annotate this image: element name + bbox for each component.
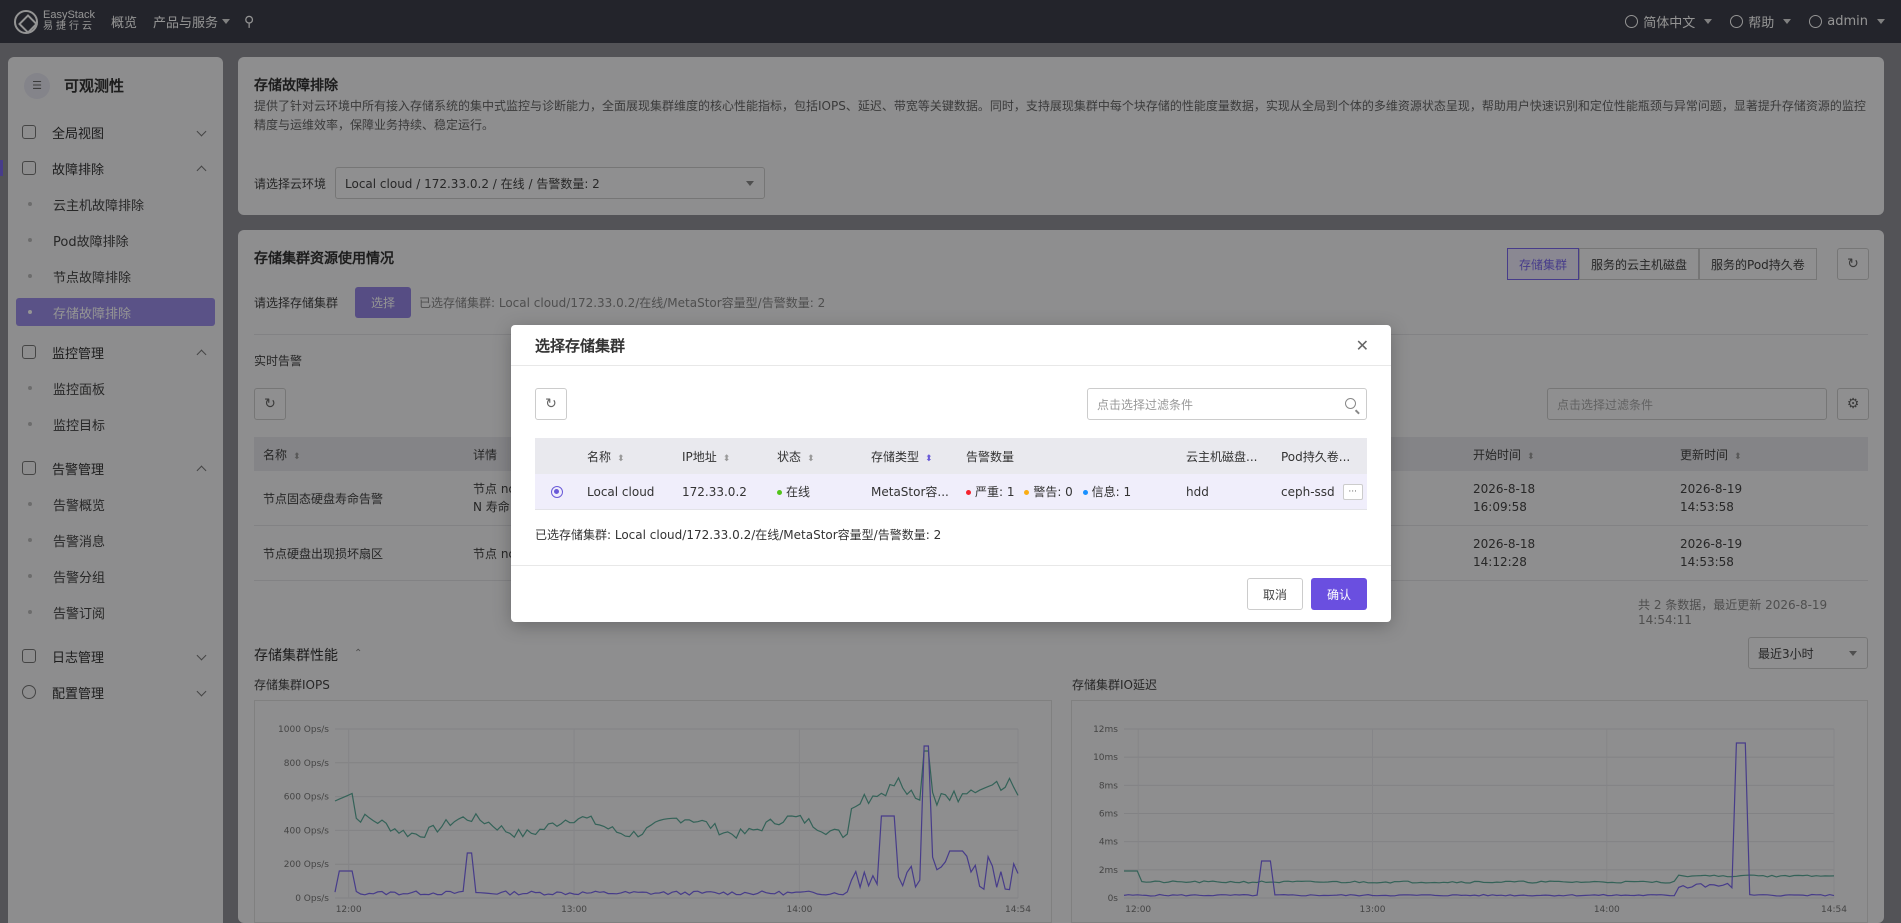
critical-dot (966, 490, 971, 495)
status-dot (777, 490, 782, 495)
sort-icon: ⬍ (807, 453, 815, 464)
warning-dot (1024, 490, 1030, 495)
cluster-table-header: 名称 ⬍ IP地址 ⬍ 状态 ⬍ 存储类型 ⬍ 告警数量 云主机磁盘... Pod持久卷… (535, 438, 1367, 474)
col-name[interactable]: 名称 ⬍ (587, 448, 682, 465)
col-ip[interactable]: IP地址 ⬍ (682, 448, 777, 465)
search-icon (1345, 398, 1356, 409)
modal-title: 选择存储集群 (535, 336, 626, 355)
cluster-pod-volume: ceph-ssd ··· (1281, 483, 1367, 500)
col-vm-disk: 云主机磁盘... (1186, 449, 1258, 464)
select-cluster-modal: 选择存储集群 ✕ ↻ 点击选择过滤条件 名称 ⬍ IP地址 ⬍ 状态 ⬍ 存储类型 ⬍ … (511, 325, 1391, 622)
cluster-type: MetaStor容... (871, 485, 949, 499)
col-status[interactable]: 状态 ⬍ (777, 448, 871, 465)
cluster-ip: 172.33.0.2 (682, 484, 747, 499)
modal-header: 选择存储集群 ✕ (511, 325, 1391, 366)
sort-icon: ⬍ (722, 453, 731, 464)
table-row[interactable]: Local cloud 172.33.0.2 在线 MetaStor容... 严… (535, 474, 1367, 510)
row-radio[interactable] (551, 485, 563, 498)
modal-footer-divider (511, 565, 1391, 566)
cluster-alerts: 严重: 1 警告: 0 信息: 1 (966, 483, 1186, 500)
modal-filter-input[interactable]: 点击选择过滤条件 (1087, 388, 1367, 420)
col-type[interactable]: 存储类型 ⬍ (871, 448, 966, 465)
col-alerts: 告警数量 (966, 449, 1015, 464)
confirm-button[interactable]: 确认 (1311, 578, 1367, 610)
cluster-vm-disk: hdd (1186, 484, 1209, 499)
modal-selected-text: 已选存储集群: Local cloud/172.33.0.2/在线/MetaSt… (535, 528, 942, 542)
cancel-button[interactable]: 取消 (1247, 578, 1303, 610)
close-icon[interactable]: ✕ (1356, 336, 1369, 355)
refresh-icon[interactable]: ↻ (535, 388, 567, 420)
cluster-status: 在线 (777, 483, 871, 500)
cluster-table: 名称 ⬍ IP地址 ⬍ 状态 ⬍ 存储类型 ⬍ 告警数量 云主机磁盘... Pod持久卷… (535, 438, 1367, 510)
info-dot (1082, 490, 1088, 495)
more-icon[interactable]: ··· (1342, 483, 1363, 500)
col-pod-volume: Pod持久卷... (1281, 449, 1351, 464)
cluster-name: Local cloud (587, 484, 655, 499)
sort-icon: ⬍ (925, 453, 933, 464)
sort-icon: ⬍ (617, 453, 625, 464)
